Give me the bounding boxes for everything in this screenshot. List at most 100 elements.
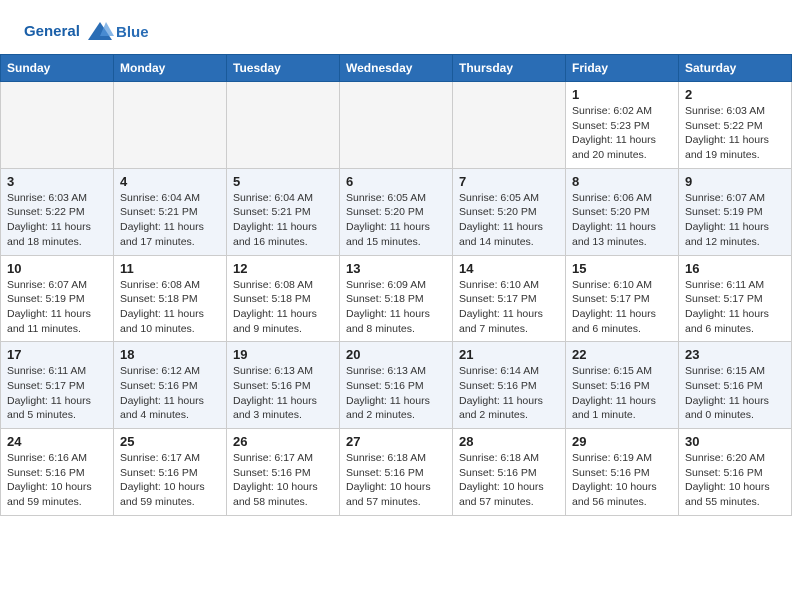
day-info: Sunrise: 6:05 AM Sunset: 5:20 PM Dayligh… <box>346 191 446 250</box>
day-info: Sunrise: 6:04 AM Sunset: 5:21 PM Dayligh… <box>233 191 333 250</box>
day-info: Sunrise: 6:18 AM Sunset: 5:16 PM Dayligh… <box>459 451 559 510</box>
calendar-cell: 17Sunrise: 6:11 AM Sunset: 5:17 PM Dayli… <box>1 342 114 429</box>
logo-general: General <box>24 23 80 40</box>
calendar-cell: 30 Sunrise: 6:20 AM Sunset: 5:16 PM Dayli… <box>679 429 792 516</box>
calendar-cell: 14 Sunrise: 6:10 AM Sunset: 5:17 PM Dayli… <box>453 255 566 342</box>
calendar-cell: 28 Sunrise: 6:18 AM Sunset: 5:16 PM Dayli… <box>453 429 566 516</box>
calendar-cell <box>114 82 227 169</box>
calendar-cell: 25 Sunrise: 6:17 AM Sunset: 5:16 PM Dayli… <box>114 429 227 516</box>
calendar: SundayMondayTuesdayWednesdayThursdayFrid… <box>0 54 792 516</box>
calendar-cell: 6Sunrise: 6:05 AM Sunset: 5:20 PM Daylig… <box>340 168 453 255</box>
calendar-cell <box>453 82 566 169</box>
logo-icon <box>86 18 114 46</box>
day-info: Sunrise: 6:05 AM Sunset: 5:20 PM Dayligh… <box>459 191 559 250</box>
day-info: Sunrise: 6:03 AM Sunset: 5:22 PM Dayligh… <box>685 104 785 163</box>
weekday-tuesday: Tuesday <box>227 55 340 82</box>
week-row-4: 17Sunrise: 6:11 AM Sunset: 5:17 PM Dayli… <box>1 342 792 429</box>
weekday-sunday: Sunday <box>1 55 114 82</box>
calendar-cell <box>227 82 340 169</box>
day-number: 25 <box>120 434 220 449</box>
day-number: 27 <box>346 434 446 449</box>
week-row-5: 24 Sunrise: 6:16 AM Sunset: 5:16 PM Dayli… <box>1 429 792 516</box>
calendar-cell: 16 Sunrise: 6:11 AM Sunset: 5:17 PM Dayli… <box>679 255 792 342</box>
calendar-cell: 26 Sunrise: 6:17 AM Sunset: 5:16 PM Dayli… <box>227 429 340 516</box>
calendar-cell: 10Sunrise: 6:07 AM Sunset: 5:19 PM Dayli… <box>1 255 114 342</box>
day-number: 5 <box>233 174 333 189</box>
day-info: Sunrise: 6:07 AM Sunset: 5:19 PM Dayligh… <box>7 278 107 337</box>
day-number: 26 <box>233 434 333 449</box>
calendar-cell: 9 Sunrise: 6:07 AM Sunset: 5:19 PM Daylig… <box>679 168 792 255</box>
day-info: Sunrise: 6:20 AM Sunset: 5:16 PM Dayligh… <box>685 451 785 510</box>
calendar-cell: 3 Sunrise: 6:03 AM Sunset: 5:22 PM Daylig… <box>1 168 114 255</box>
calendar-cell: 29Sunrise: 6:19 AM Sunset: 5:16 PM Dayli… <box>566 429 679 516</box>
calendar-cell: 19 Sunrise: 6:13 AM Sunset: 5:16 PM Dayli… <box>227 342 340 429</box>
day-number: 24 <box>7 434 107 449</box>
day-number: 14 <box>459 261 559 276</box>
calendar-cell <box>1 82 114 169</box>
weekday-header-row: SundayMondayTuesdayWednesdayThursdayFrid… <box>1 55 792 82</box>
calendar-cell: 8 Sunrise: 6:06 AM Sunset: 5:20 PM Daylig… <box>566 168 679 255</box>
calendar-cell: 13 Sunrise: 6:09 AM Sunset: 5:18 PM Dayli… <box>340 255 453 342</box>
calendar-cell: 20 Sunrise: 6:13 AM Sunset: 5:16 PM Dayli… <box>340 342 453 429</box>
calendar-cell: 22 Sunrise: 6:15 AM Sunset: 5:16 PM Dayli… <box>566 342 679 429</box>
day-info: Sunrise: 6:12 AM Sunset: 5:16 PM Dayligh… <box>120 364 220 423</box>
day-info: Sunrise: 6:17 AM Sunset: 5:16 PM Dayligh… <box>233 451 333 510</box>
calendar-cell: 5 Sunrise: 6:04 AM Sunset: 5:21 PM Daylig… <box>227 168 340 255</box>
calendar-cell: 18 Sunrise: 6:12 AM Sunset: 5:16 PM Dayli… <box>114 342 227 429</box>
day-number: 15 <box>572 261 672 276</box>
weekday-friday: Friday <box>566 55 679 82</box>
day-info: Sunrise: 6:03 AM Sunset: 5:22 PM Dayligh… <box>7 191 107 250</box>
calendar-cell <box>340 82 453 169</box>
week-row-2: 3 Sunrise: 6:03 AM Sunset: 5:22 PM Daylig… <box>1 168 792 255</box>
day-info: Sunrise: 6:11 AM Sunset: 5:17 PM Dayligh… <box>685 278 785 337</box>
week-row-1: 1Sunrise: 6:02 AM Sunset: 5:23 PM Daylig… <box>1 82 792 169</box>
calendar-cell: 2 Sunrise: 6:03 AM Sunset: 5:22 PM Daylig… <box>679 82 792 169</box>
day-number: 18 <box>120 347 220 362</box>
day-number: 2 <box>685 87 785 102</box>
weekday-monday: Monday <box>114 55 227 82</box>
calendar-cell: 23 Sunrise: 6:15 AM Sunset: 5:16 PM Dayli… <box>679 342 792 429</box>
day-info: Sunrise: 6:10 AM Sunset: 5:17 PM Dayligh… <box>459 278 559 337</box>
day-info: Sunrise: 6:11 AM Sunset: 5:17 PM Dayligh… <box>7 364 107 423</box>
day-info: Sunrise: 6:10 AM Sunset: 5:17 PM Dayligh… <box>572 278 672 337</box>
calendar-cell: 11 Sunrise: 6:08 AM Sunset: 5:18 PM Dayli… <box>114 255 227 342</box>
day-number: 16 <box>685 261 785 276</box>
day-number: 23 <box>685 347 785 362</box>
day-number: 4 <box>120 174 220 189</box>
day-info: Sunrise: 6:09 AM Sunset: 5:18 PM Dayligh… <box>346 278 446 337</box>
header: General Blue <box>0 0 792 54</box>
day-number: 28 <box>459 434 559 449</box>
day-number: 21 <box>459 347 559 362</box>
weekday-wednesday: Wednesday <box>340 55 453 82</box>
calendar-cell: 1Sunrise: 6:02 AM Sunset: 5:23 PM Daylig… <box>566 82 679 169</box>
day-info: Sunrise: 6:13 AM Sunset: 5:16 PM Dayligh… <box>346 364 446 423</box>
day-number: 30 <box>685 434 785 449</box>
day-info: Sunrise: 6:16 AM Sunset: 5:16 PM Dayligh… <box>7 451 107 510</box>
day-number: 19 <box>233 347 333 362</box>
week-row-3: 10Sunrise: 6:07 AM Sunset: 5:19 PM Dayli… <box>1 255 792 342</box>
day-info: Sunrise: 6:15 AM Sunset: 5:16 PM Dayligh… <box>572 364 672 423</box>
day-info: Sunrise: 6:17 AM Sunset: 5:16 PM Dayligh… <box>120 451 220 510</box>
day-info: Sunrise: 6:14 AM Sunset: 5:16 PM Dayligh… <box>459 364 559 423</box>
day-number: 3 <box>7 174 107 189</box>
calendar-cell: 27Sunrise: 6:18 AM Sunset: 5:16 PM Dayli… <box>340 429 453 516</box>
day-number: 9 <box>685 174 785 189</box>
day-info: Sunrise: 6:02 AM Sunset: 5:23 PM Dayligh… <box>572 104 672 163</box>
day-info: Sunrise: 6:15 AM Sunset: 5:16 PM Dayligh… <box>685 364 785 423</box>
day-info: Sunrise: 6:06 AM Sunset: 5:20 PM Dayligh… <box>572 191 672 250</box>
day-number: 8 <box>572 174 672 189</box>
day-info: Sunrise: 6:13 AM Sunset: 5:16 PM Dayligh… <box>233 364 333 423</box>
day-info: Sunrise: 6:07 AM Sunset: 5:19 PM Dayligh… <box>685 191 785 250</box>
day-number: 20 <box>346 347 446 362</box>
calendar-cell: 15 Sunrise: 6:10 AM Sunset: 5:17 PM Dayli… <box>566 255 679 342</box>
calendar-cell: 7Sunrise: 6:05 AM Sunset: 5:20 PM Daylig… <box>453 168 566 255</box>
logo-blue: Blue <box>116 24 149 41</box>
logo: General Blue <box>24 18 149 46</box>
calendar-cell: 24 Sunrise: 6:16 AM Sunset: 5:16 PM Dayli… <box>1 429 114 516</box>
day-number: 11 <box>120 261 220 276</box>
day-info: Sunrise: 6:08 AM Sunset: 5:18 PM Dayligh… <box>120 278 220 337</box>
day-number: 22 <box>572 347 672 362</box>
day-number: 13 <box>346 261 446 276</box>
calendar-cell: 12Sunrise: 6:08 AM Sunset: 5:18 PM Dayli… <box>227 255 340 342</box>
calendar-cell: 21 Sunrise: 6:14 AM Sunset: 5:16 PM Dayli… <box>453 342 566 429</box>
